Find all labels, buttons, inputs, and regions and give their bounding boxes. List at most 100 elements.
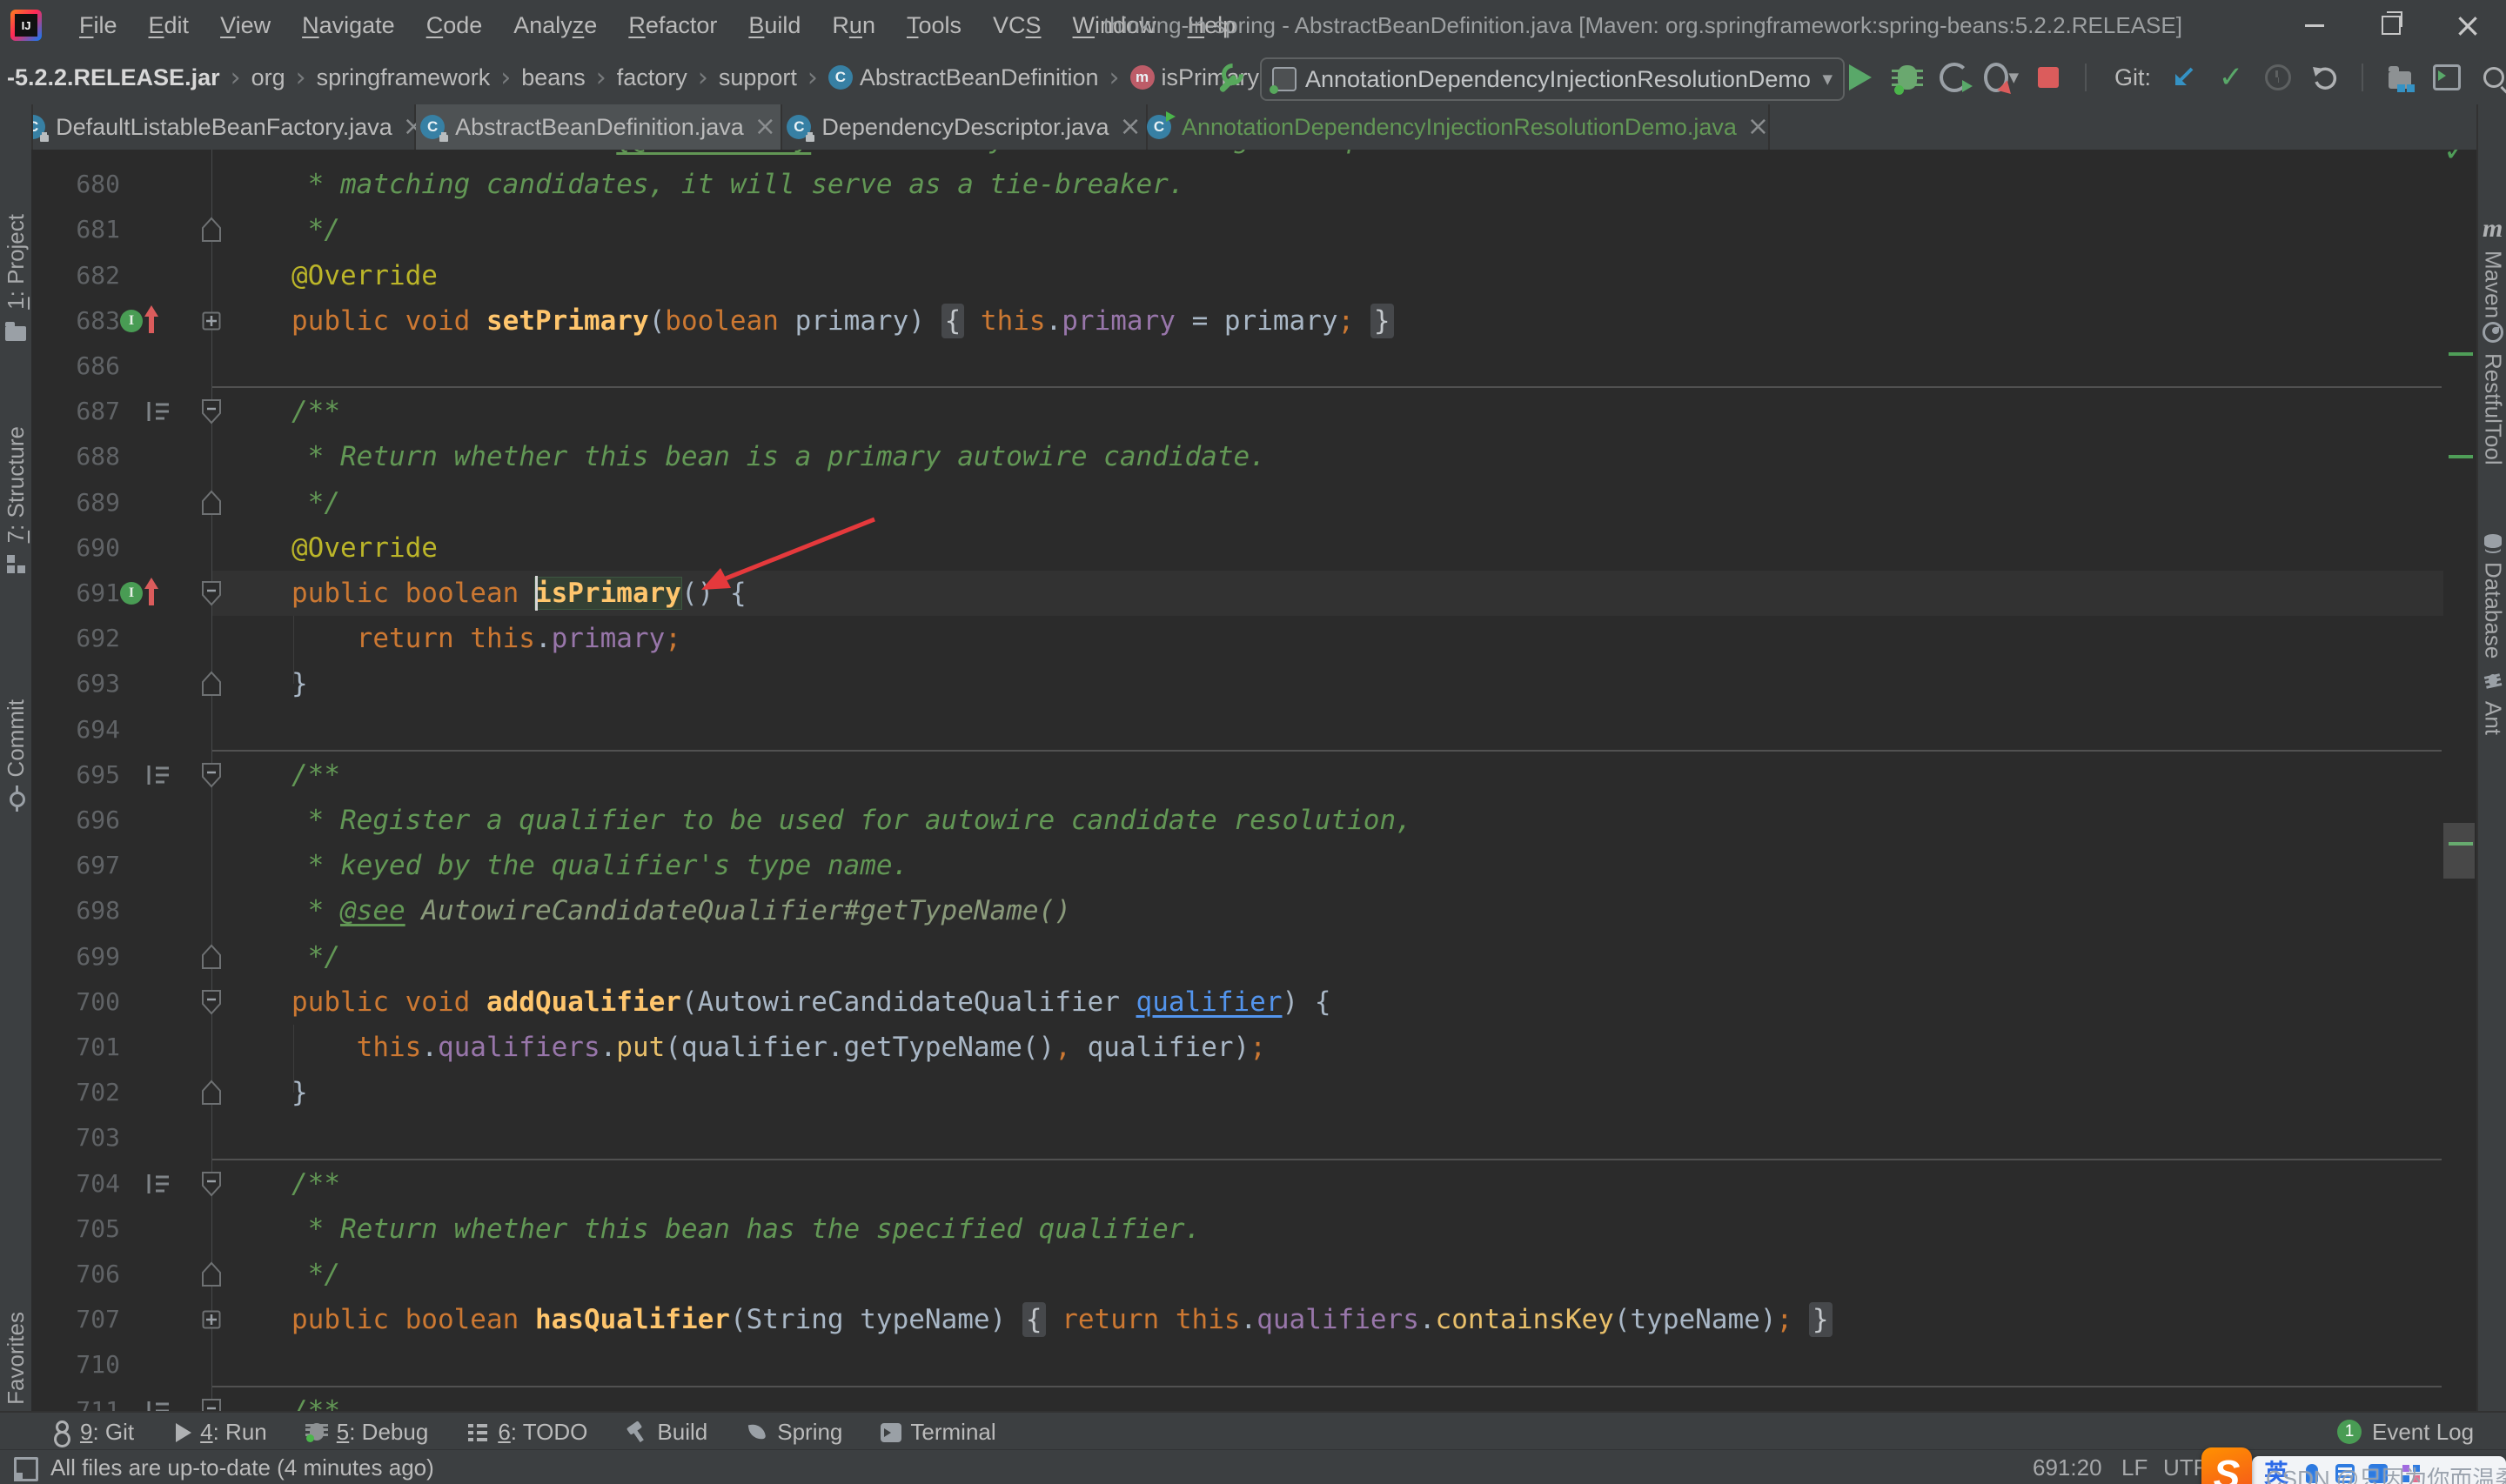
fold-expand-icon[interactable]	[200, 1261, 223, 1292]
line-number[interactable]: 680	[31, 162, 120, 207]
profiler-button[interactable]: ▼	[1984, 60, 2019, 95]
doc-comment-icon[interactable]	[146, 1173, 171, 1199]
line-number[interactable]: 689	[31, 480, 120, 525]
folded-region-icon[interactable]	[202, 1310, 221, 1334]
tab-close-icon[interactable]: ×	[754, 114, 776, 140]
fold-marker[interactable]	[200, 398, 223, 424]
editor-tab[interactable]: C AnnotationDependencyInjectionResolution…	[1146, 104, 1770, 150]
breadcrumb-item[interactable]: springframework	[317, 64, 491, 91]
fold-marker[interactable]	[200, 490, 223, 516]
toolwindow-button-7-structure[interactable]: 7: Structure	[0, 426, 31, 574]
line-number[interactable]: 686	[31, 344, 120, 389]
menu-item-edit[interactable]: Edit	[136, 7, 203, 44]
line-number[interactable]: 710	[31, 1342, 120, 1387]
history-button[interactable]	[2261, 60, 2295, 95]
restore-button[interactable]	[2353, 0, 2429, 50]
scrollbar-thumb[interactable]	[2443, 823, 2475, 879]
line-number[interactable]: 706	[31, 1252, 120, 1297]
doc-lines-icon[interactable]	[146, 1400, 171, 1411]
line-number[interactable]: 698	[31, 888, 120, 933]
toolwindow-button-database[interactable]: Database	[2478, 531, 2506, 658]
run-configuration-select[interactable]: AnnotationDependencyInjectionResolutionD…	[1260, 57, 1845, 101]
override-marker-icon[interactable]: I	[120, 305, 169, 335]
menu-item-navigate[interactable]: Navigate	[289, 7, 408, 44]
toolwindow-button-6-todo[interactable]: 6: TODO	[466, 1419, 587, 1446]
line-separator-indicator[interactable]: LF	[2121, 1450, 2148, 1484]
editor-tab[interactable]: C DependencyDescriptor.java ×	[782, 104, 1148, 150]
editor-tab[interactable]: C DefaultListableBeanFactory.java ×	[21, 104, 425, 150]
wrench-icon[interactable]	[1213, 58, 1249, 94]
line-number[interactable]: 695	[31, 752, 120, 798]
line-number[interactable]: 696	[31, 798, 120, 843]
menu-item-run[interactable]: Run	[819, 7, 888, 44]
fold-collapse-icon[interactable]	[200, 580, 223, 611]
fold-marker[interactable]	[200, 1398, 223, 1411]
fold-marker[interactable]	[200, 989, 223, 1015]
doc-lines-icon[interactable]	[146, 401, 171, 422]
line-number[interactable]: 705	[31, 1207, 120, 1252]
project-structure-button[interactable]	[2382, 60, 2417, 95]
stop-button[interactable]	[2031, 60, 2066, 95]
plus-box-icon[interactable]	[202, 1310, 221, 1329]
fold-marker[interactable]	[200, 762, 223, 788]
breadcrumb-item[interactable]: -5.2.2.RELEASE.jar	[7, 64, 220, 91]
fold-collapse-icon[interactable]	[200, 989, 223, 1019]
line-number[interactable]: 693	[31, 661, 120, 706]
toolwindow-button-1-project[interactable]: 1: Project	[0, 214, 31, 341]
line-number[interactable]: 697	[31, 843, 120, 888]
run-anything-button[interactable]	[2429, 60, 2464, 95]
breadcrumb-item[interactable]: factory	[617, 64, 687, 91]
coverage-button[interactable]	[1937, 60, 1973, 95]
fold-marker[interactable]	[200, 1261, 223, 1287]
breadcrumb-item[interactable]: org	[251, 64, 285, 91]
line-number[interactable]: 702	[31, 1070, 120, 1115]
overrides-up-arrow-icon[interactable]	[144, 578, 158, 607]
breadcrumb-item[interactable]: C AbstractBeanDefinition	[828, 64, 1099, 91]
menu-item-refactor[interactable]: Refactor	[615, 7, 730, 44]
line-number[interactable]: 687	[31, 389, 120, 434]
line-number[interactable]: 707	[31, 1297, 120, 1342]
toolwindow-button-spring[interactable]: Spring	[746, 1419, 842, 1446]
breadcrumb-item[interactable]: beans	[521, 64, 586, 91]
line-number[interactable]: 681	[31, 207, 120, 252]
tab-close-icon[interactable]: ×	[1120, 114, 1142, 140]
line-number[interactable]: 700	[31, 979, 120, 1025]
menu-item-file[interactable]: File	[66, 7, 131, 44]
line-number[interactable]: 683	[31, 298, 120, 344]
fold-marker[interactable]	[200, 944, 223, 970]
fold-expand-icon[interactable]	[200, 944, 223, 974]
fold-marker[interactable]	[200, 1080, 223, 1106]
fold-marker[interactable]	[200, 580, 223, 606]
toolwindow-button-terminal[interactable]: Terminal	[881, 1419, 996, 1446]
code-editor[interactable]: * If this value is {@code true} for exac…	[31, 150, 2476, 1411]
tab-close-icon[interactable]: ×	[1747, 114, 1769, 140]
fold-marker[interactable]	[200, 1171, 223, 1197]
line-number[interactable]: 704	[31, 1161, 120, 1207]
toolwindow-button-4-run[interactable]: 4: Run	[172, 1419, 267, 1446]
toolwindow-toggle-icon[interactable]	[14, 1457, 38, 1481]
fold-collapse-icon[interactable]	[200, 762, 223, 792]
toolwindow-button-5-debug[interactable]: 5: Debug	[305, 1419, 428, 1446]
line-number[interactable]: 703	[31, 1115, 120, 1160]
doc-lines-icon[interactable]	[146, 1173, 171, 1194]
rollback-button[interactable]	[2308, 60, 2342, 95]
doc-comment-icon[interactable]	[146, 1400, 171, 1411]
git-commit-button[interactable]: ✓	[2214, 60, 2248, 95]
toolwindow-button-maven[interactable]: m Maven	[2478, 216, 2506, 319]
toolwindow-button-restfultool[interactable]: RestfulTool	[2478, 322, 2506, 465]
line-number[interactable]: 711	[31, 1388, 120, 1411]
fold-expand-icon[interactable]	[200, 1080, 223, 1110]
line-number[interactable]: 691	[31, 571, 120, 616]
line-number[interactable]: 682	[31, 253, 120, 298]
run-button[interactable]	[1843, 60, 1878, 95]
git-update-button[interactable]	[2167, 60, 2201, 95]
minimize-button[interactable]	[2276, 0, 2353, 50]
breadcrumb-item[interactable]: support	[719, 64, 797, 91]
ime-toolbar[interactable]: 英 S CSDN @只因为你而温柔	[2193, 1442, 2506, 1484]
fold-expand-icon[interactable]	[200, 217, 223, 247]
menu-item-build[interactable]: Build	[735, 7, 814, 44]
close-button[interactable]: ×	[2429, 0, 2506, 50]
line-number[interactable]: 699	[31, 934, 120, 979]
folded-region-icon[interactable]	[202, 311, 221, 335]
toolwindow-button-9-git[interactable]: 9: Git	[49, 1419, 134, 1446]
